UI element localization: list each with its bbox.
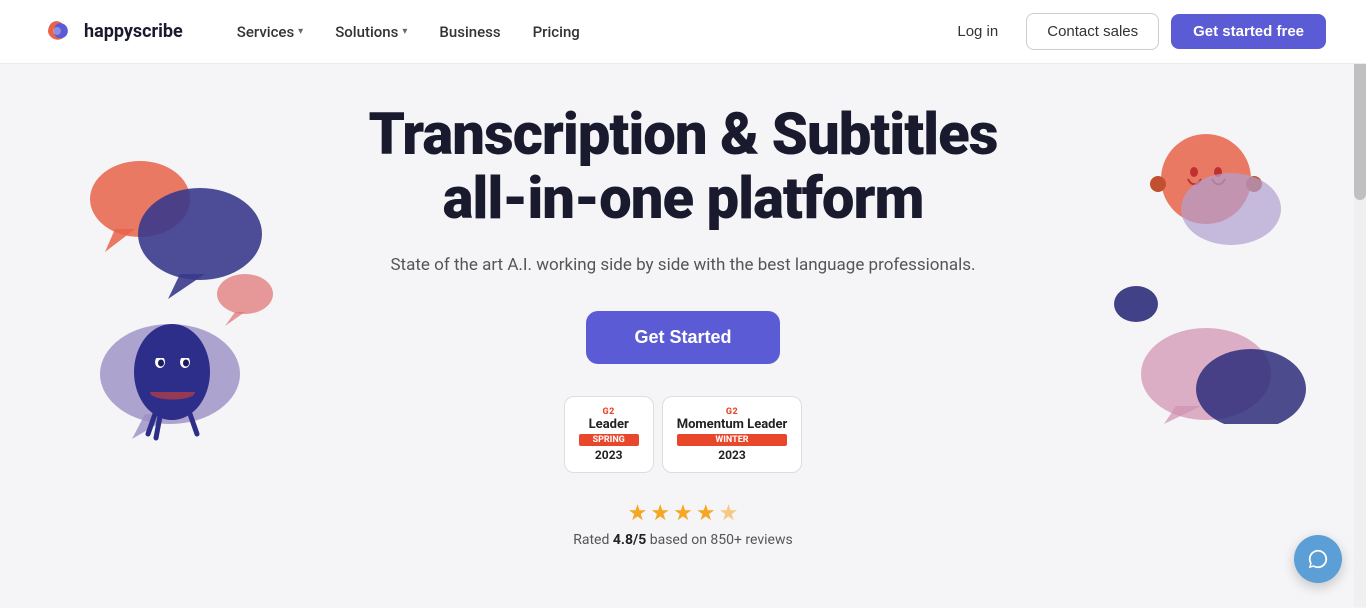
left-illustration <box>60 144 300 444</box>
logo-icon <box>40 14 76 50</box>
logo-link[interactable]: happyscribe <box>40 14 183 50</box>
hero-section: Transcription & Subtitles all-in-one pla… <box>0 64 1366 608</box>
nav-pricing[interactable]: Pricing <box>519 15 594 49</box>
chat-icon <box>1307 548 1329 570</box>
right-illustration <box>1076 124 1316 424</box>
star-4: ★ <box>696 501 716 526</box>
star-5: ★ <box>719 501 739 526</box>
star-1: ★ <box>628 501 648 526</box>
services-chevron-icon: ▾ <box>298 26 303 37</box>
badge-season-1: SPRING <box>579 434 639 446</box>
nav-solutions[interactable]: Solutions ▾ <box>321 15 421 49</box>
contact-sales-button[interactable]: Contact sales <box>1026 13 1159 50</box>
badge-g2-label-2: G2 <box>677 407 788 417</box>
badge-g2-label-1: G2 <box>579 407 639 417</box>
star-3: ★ <box>673 501 693 526</box>
g2-badge-leader: G2 Leader SPRING 2023 <box>564 396 654 473</box>
badge-season-2: WINTER <box>677 434 788 446</box>
get-started-nav-button[interactable]: Get started free <box>1171 14 1326 49</box>
badge-title-1: Leader <box>579 417 639 432</box>
hero-content: Transcription & Subtitles all-in-one pla… <box>369 104 998 548</box>
stars-display: ★ ★ ★ ★ ★ <box>628 501 739 526</box>
login-button[interactable]: Log in <box>941 15 1014 48</box>
navbar: happyscribe Services ▾ Solutions ▾ Busin… <box>0 0 1366 64</box>
support-chat-button[interactable] <box>1294 535 1342 583</box>
hero-title: Transcription & Subtitles all-in-one pla… <box>369 104 998 232</box>
nav-links: Services ▾ Solutions ▾ Business Pricing <box>223 15 942 49</box>
badge-year-2: 2023 <box>677 448 788 462</box>
rating-text: Rated 4.8/5 based on 850+ reviews <box>573 532 793 548</box>
nav-business[interactable]: Business <box>425 15 514 49</box>
hero-subtitle: State of the art A.I. working side by si… <box>369 252 998 279</box>
get-started-hero-button[interactable]: Get Started <box>586 311 779 364</box>
logo-text: happyscribe <box>84 21 183 42</box>
g2-badge-momentum: G2 Momentum Leader WINTER 2023 <box>662 396 803 473</box>
star-2: ★ <box>650 501 670 526</box>
nav-actions: Log in Contact sales Get started free <box>941 13 1326 50</box>
scrollbar[interactable] <box>1354 0 1366 607</box>
solutions-chevron-icon: ▾ <box>402 26 407 37</box>
badge-title-2: Momentum Leader <box>677 417 788 432</box>
badge-year-1: 2023 <box>579 448 639 462</box>
badge-row: G2 Leader SPRING 2023 G2 Momentum Leader… <box>369 396 998 473</box>
rating-row: ★ ★ ★ ★ ★ Rated 4.8/5 based on 850+ revi… <box>369 501 998 548</box>
nav-services[interactable]: Services ▾ <box>223 15 317 49</box>
